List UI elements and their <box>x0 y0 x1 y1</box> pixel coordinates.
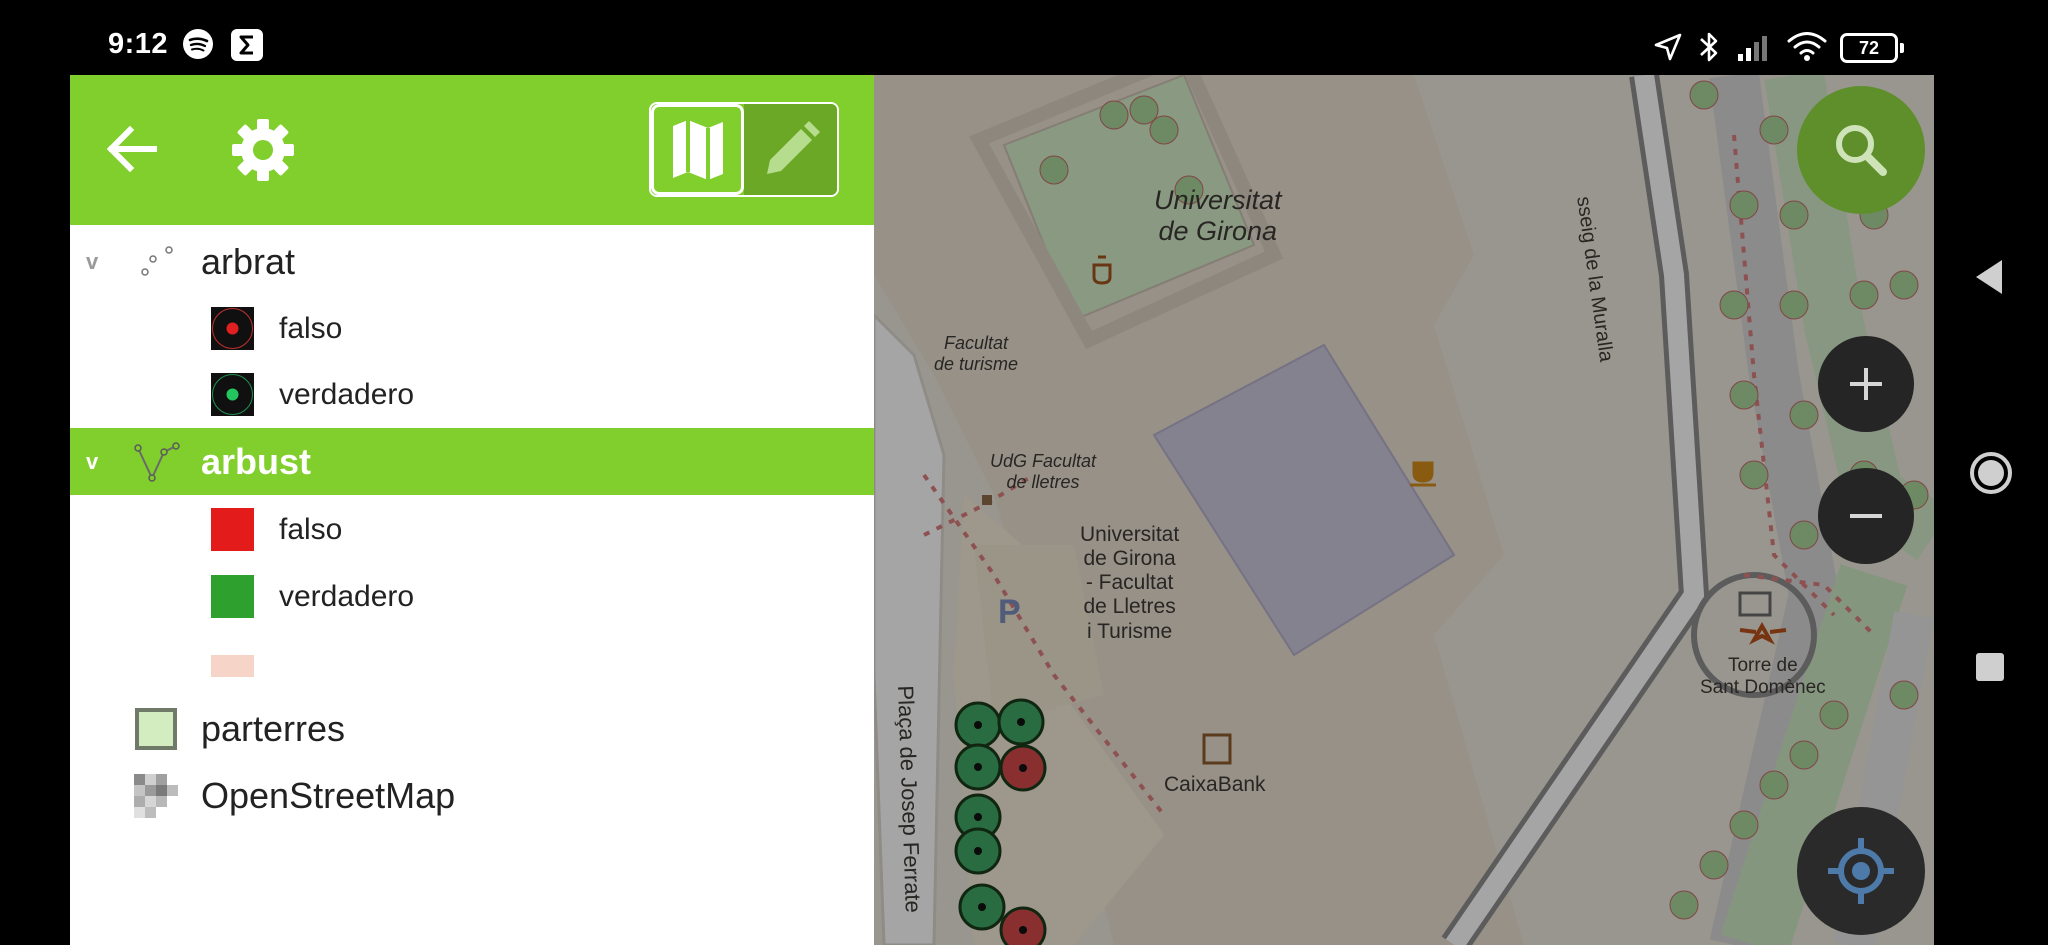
back-button[interactable] <box>100 117 164 181</box>
layer-name: arbust <box>201 440 312 482</box>
recents-square-icon[interactable] <box>1974 651 2006 683</box>
point-symbol-red <box>211 307 254 350</box>
bluetooth-icon <box>1697 30 1721 69</box>
map-label-fac-turisme: Facultat de turisme <box>934 333 1019 374</box>
gear-icon <box>232 119 294 181</box>
wifi-icon <box>1786 30 1828 67</box>
home-circle-icon[interactable] <box>1968 450 2014 496</box>
map-label-parking: P <box>998 593 1021 631</box>
category-label: verdadero <box>279 377 415 411</box>
map-canvas <box>874 75 1934 945</box>
category-label: falso <box>279 311 343 345</box>
locate-icon <box>1828 838 1894 904</box>
map-label-caixabank: CaixaBank <box>1164 773 1266 796</box>
layer-row-arbrat[interactable]: v arbrat <box>70 228 874 295</box>
search-button[interactable] <box>1797 86 1925 214</box>
search-icon <box>1836 125 1887 176</box>
map-label-univ-lletres: Universitat de Girona - Facultat de Llet… <box>1080 523 1180 643</box>
layer-name: arbrat <box>201 240 296 282</box>
map-label-torre: Torre de Sant Domènec <box>1700 655 1826 698</box>
map-view[interactable]: Universitat de Girona Facultat de turism… <box>874 75 1934 945</box>
system-nav-bar <box>1934 75 2048 945</box>
zoom-in-icon <box>1850 368 1882 400</box>
battery-icon: 72 <box>1840 33 1904 63</box>
category-row <box>70 630 874 697</box>
map-label-universitat: Universitat de Girona <box>1154 185 1282 247</box>
category-row: verdadero <box>70 563 874 630</box>
layer-row-parterres[interactable]: parterres <box>70 695 874 762</box>
back-arrow-icon <box>106 125 157 173</box>
status-bar: 9:12 72 <box>0 0 2048 75</box>
category-label: verdadero <box>279 579 415 613</box>
fill-swatch-red <box>211 508 254 551</box>
expand-chevron[interactable]: v <box>86 249 98 275</box>
status-time: 9:12 <box>108 28 169 60</box>
mode-toggle <box>649 102 839 197</box>
zoom-in-button[interactable] <box>1818 336 1914 432</box>
layer-name: parterres <box>201 707 346 749</box>
sigma-icon <box>230 28 264 67</box>
zoom-out-button[interactable] <box>1818 468 1914 564</box>
layer-name: OpenStreetMap <box>201 774 456 816</box>
layers-panel: v arbrat falso verdadero v arbust falso … <box>70 75 874 945</box>
panel-header <box>70 75 874 225</box>
layer-row-arbust[interactable]: v arbust <box>70 428 874 495</box>
map-icon <box>672 119 723 180</box>
back-triangle-icon[interactable] <box>1972 258 2006 296</box>
browse-mode-button[interactable] <box>651 104 744 195</box>
layer-row-openstreetmap[interactable]: OpenStreetMap <box>70 762 874 829</box>
signal-icon <box>1736 32 1776 67</box>
point-symbol-green <box>211 373 254 416</box>
fill-swatch-peach <box>211 655 254 677</box>
category-row: falso <box>70 496 874 563</box>
line-layer-icon <box>132 438 180 486</box>
pencil-icon <box>766 120 820 174</box>
polygon-layer-icon <box>134 707 178 751</box>
raster-layer-icon <box>134 773 178 818</box>
fill-swatch-green <box>211 575 254 618</box>
category-row: verdadero <box>70 361 874 428</box>
category-row: falso <box>70 295 874 362</box>
locate-button[interactable] <box>1797 807 1925 935</box>
point-layer-icon <box>136 242 176 282</box>
location-icon <box>1653 32 1683 67</box>
spotify-icon <box>182 28 214 65</box>
zoom-out-icon <box>1850 514 1882 518</box>
category-label: falso <box>279 512 343 546</box>
edit-mode-button[interactable] <box>744 104 837 195</box>
map-label-udg-lletres: UdG Facultat de lletres <box>990 451 1097 492</box>
expand-chevron[interactable]: v <box>86 449 98 475</box>
settings-button[interactable] <box>230 117 296 183</box>
